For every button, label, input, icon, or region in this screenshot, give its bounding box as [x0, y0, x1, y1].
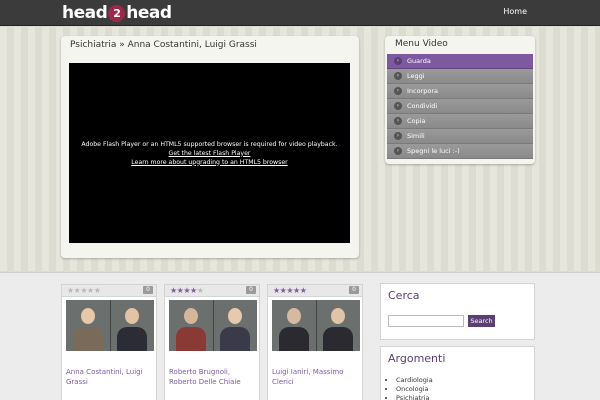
logo-mark-icon: 2	[108, 4, 126, 22]
chevron-right-icon: ›	[394, 72, 402, 80]
menu-item-simili[interactable]: › Simili	[387, 129, 533, 144]
logo-text-left: head	[62, 3, 108, 23]
topics-list: CardiologiaOncologiaPsichiatria	[396, 376, 433, 400]
chevron-right-icon: ›	[394, 117, 402, 125]
video-card-title[interactable]: Roberto Brugnoli, Roberto Delle Chiaie	[169, 367, 259, 387]
star-rating[interactable]: ★★★★★	[170, 286, 204, 295]
topic-link[interactable]: Oncologia	[396, 385, 433, 394]
menu-item-label: Copia	[407, 117, 426, 125]
video-thumbnail[interactable]	[272, 300, 360, 351]
lower-content: ★★★★★0Anna Costantini, Luigi Grassiview★…	[0, 272, 600, 400]
player-message: Adobe Flash Player or an HTML5 supported…	[81, 140, 338, 148]
search-button[interactable]: Search	[468, 315, 495, 327]
html5-browser-link[interactable]: Learn more about upgrading to an HTML5 b…	[131, 158, 287, 167]
star-rating[interactable]: ★★★★★	[273, 286, 307, 295]
person-image	[66, 300, 111, 351]
star-icon[interactable]: ★	[286, 286, 293, 295]
comment-count-badge: 0	[143, 286, 153, 294]
card-rating-bar: ★★★★★ 0	[165, 285, 259, 297]
menu-item-spegni-le-luci[interactable]: › Spegni le luci :-)	[387, 144, 533, 159]
video-thumbnail[interactable]	[66, 300, 154, 351]
menu-item-label: Simili	[407, 132, 425, 140]
menu-item-label: Condividi	[407, 102, 438, 110]
menu-item-copia[interactable]: › Copia	[387, 114, 533, 129]
video-card[interactable]: ★★★★★ 0 Roberto Brugnoli, Roberto Delle Ch…	[164, 284, 260, 400]
topic-link[interactable]: Psichiatria	[396, 394, 433, 400]
video-menu-list: › Guarda › Leggi › Incorpora › Condividi › Copia ›…	[387, 54, 533, 159]
chevron-right-icon: ›	[394, 147, 402, 155]
chevron-right-icon: ›	[394, 57, 402, 65]
star-icon[interactable]: ★	[94, 286, 101, 295]
menu-item-label: Leggi	[407, 72, 425, 80]
person-image	[214, 300, 258, 351]
star-icon[interactable]: ★	[87, 286, 94, 295]
video-card[interactable]: ★★★★★0Luigi Ianiri, Massimo Clericiview	[267, 284, 363, 400]
star-icon[interactable]: ★	[273, 286, 280, 295]
video-menu-title: Menu Video	[395, 39, 448, 49]
video-card[interactable]: ★★★★★0Anna Costantini, Luigi Grassiview	[61, 284, 157, 400]
site-logo[interactable]: head 2 head	[62, 2, 172, 24]
menu-item-label: Incorpora	[407, 87, 439, 95]
card-rating-bar: ★★★★★ 0	[268, 285, 362, 297]
video-player[interactable]: Adobe Flash Player or an HTML5 supported…	[69, 63, 350, 243]
star-rating[interactable]: ★★★★★	[67, 286, 101, 295]
topics-title: Argomenti	[388, 352, 446, 365]
video-thumbnail[interactable]	[169, 300, 257, 351]
logo-text-right: head	[126, 3, 172, 23]
star-icon[interactable]: ★	[300, 286, 307, 295]
topics-box: Argomenti CardiologiaOncologiaPsichiatri…	[380, 346, 535, 400]
menu-item-label: Spegni le luci :-)	[407, 147, 460, 155]
chevron-right-icon: ›	[394, 87, 402, 95]
comment-count-badge: 0	[246, 286, 256, 294]
person-image	[317, 300, 361, 351]
chevron-right-icon: ›	[394, 102, 402, 110]
person-image	[111, 300, 155, 351]
topic-link[interactable]: Cardiologia	[396, 376, 433, 385]
nav-home-link[interactable]: Home	[503, 7, 527, 16]
chevron-right-icon: ›	[394, 132, 402, 140]
star-icon[interactable]: ★	[293, 286, 300, 295]
star-icon[interactable]: ★	[197, 286, 204, 295]
person-image	[169, 300, 214, 351]
menu-item-incorpora[interactable]: › Incorpora	[387, 84, 533, 99]
search-box: Cerca Search	[380, 283, 535, 340]
card-rating-bar: ★★★★★ 0	[62, 285, 156, 297]
search-input[interactable]	[388, 315, 464, 327]
video-menu: Menu Video › Guarda › Leggi › Incorpora › Condi…	[385, 36, 535, 164]
menu-item-label: Guarda	[407, 57, 431, 65]
video-card-title[interactable]: Anna Costantini, Luigi Grassi	[66, 367, 156, 387]
video-stage: Psichiatria » Anna Costantini, Luigi Gra…	[0, 27, 600, 271]
star-icon[interactable]: ★	[67, 286, 74, 295]
search-title: Cerca	[388, 289, 420, 302]
menu-item-condividi[interactable]: › Condividi	[387, 99, 533, 114]
star-icon[interactable]: ★	[190, 286, 197, 295]
video-panel: Psichiatria » Anna Costantini, Luigi Gra…	[61, 36, 359, 258]
comment-count-badge: 0	[349, 286, 359, 294]
video-card-title[interactable]: Luigi Ianiri, Massimo Clerici	[272, 367, 362, 387]
star-icon[interactable]: ★	[170, 286, 177, 295]
star-icon[interactable]: ★	[80, 286, 87, 295]
menu-item-leggi[interactable]: › Leggi	[387, 69, 533, 84]
top-navigation-bar: head 2 head Home	[0, 0, 600, 26]
star-icon[interactable]: ★	[183, 286, 190, 295]
video-breadcrumb: Psichiatria » Anna Costantini, Luigi Gra…	[70, 40, 257, 50]
menu-item-guarda[interactable]: › Guarda	[387, 54, 533, 69]
flash-player-link[interactable]: Get the latest Flash Player	[169, 149, 251, 158]
person-image	[272, 300, 317, 351]
